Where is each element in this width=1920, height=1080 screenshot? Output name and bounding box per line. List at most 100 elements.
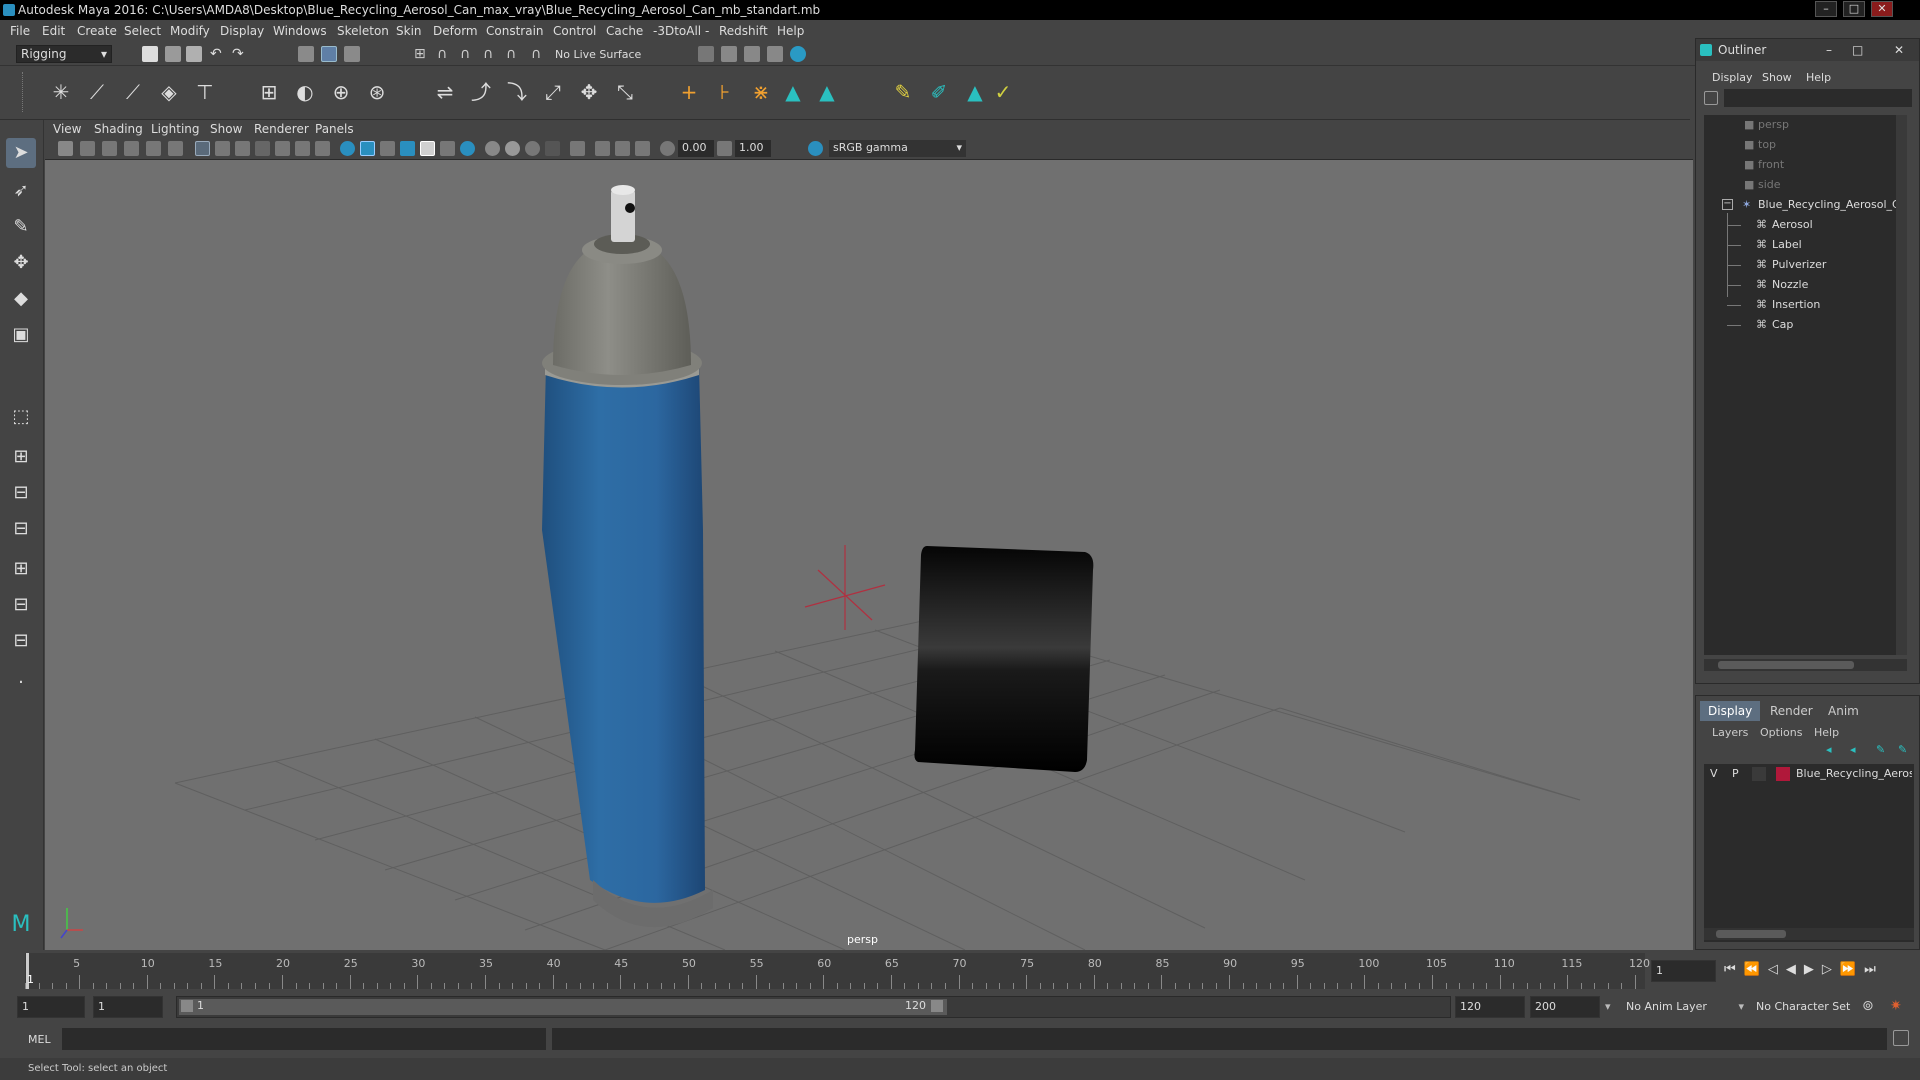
snap-surface-icon[interactable]: ∩ — [506, 46, 522, 62]
layer-type-toggle[interactable] — [1752, 767, 1766, 781]
outliner-minimize-button[interactable]: – — [1826, 39, 1832, 61]
layer-visibility-toggle[interactable]: V — [1710, 767, 1718, 780]
isolate-select-icon[interactable] — [570, 141, 585, 156]
ik-spline-icon[interactable]: ⟋ — [120, 79, 146, 105]
command-language-label[interactable]: MEL — [28, 1033, 51, 1046]
gate-mask-icon[interactable] — [255, 141, 270, 156]
single-view-layout-icon[interactable]: ⬚ — [6, 402, 36, 432]
depth-of-field-icon[interactable] — [545, 141, 560, 156]
menu-help[interactable]: Help — [777, 24, 804, 38]
select-object-icon[interactable] — [321, 46, 337, 62]
outliner-layout-icon[interactable]: ⊟ — [6, 514, 36, 544]
menu-file[interactable]: File — [10, 24, 30, 38]
redo-icon[interactable]: ↷ — [232, 46, 248, 62]
two-view-layout-icon[interactable]: ⊟ — [6, 478, 36, 508]
step-forward-key-icon[interactable]: ⏩ — [1840, 962, 1864, 977]
viewport-menu-panels[interactable]: Panels — [315, 122, 354, 136]
grease-pencil-icon[interactable] — [168, 141, 183, 156]
snap-point-icon[interactable]: ∩ — [460, 46, 476, 62]
render-view-icon[interactable] — [767, 46, 783, 62]
menu-create[interactable]: Create — [77, 24, 117, 38]
layer-color-swatch[interactable] — [1776, 767, 1790, 781]
go-to-end-icon[interactable]: ⏭ — [1864, 962, 1884, 977]
four-view-layout-icon[interactable]: ⊞ — [6, 442, 36, 472]
layer-menu-layers[interactable]: Layers — [1712, 726, 1748, 739]
locator-parent-icon[interactable]: ⊦ — [712, 79, 738, 105]
move-layer-up-icon[interactable]: ◂ — [1826, 743, 1832, 756]
viewport-menu-lighting[interactable]: Lighting — [151, 122, 200, 136]
xray-icon[interactable] — [460, 141, 475, 156]
new-scene-icon[interactable] — [142, 46, 158, 62]
parent-constraint-icon[interactable]: ⇌ — [432, 79, 458, 105]
gamma-field[interactable]: 1.00 — [735, 140, 771, 157]
wireframe-icon[interactable] — [340, 141, 355, 156]
collapse-icon[interactable]: − — [1722, 199, 1733, 210]
default-material-icon[interactable] — [380, 141, 395, 156]
safe-action-icon[interactable] — [295, 141, 310, 156]
select-hierarchy-icon[interactable] — [298, 46, 314, 62]
locator-icon[interactable]: + — [676, 79, 702, 105]
outliner-search-input[interactable] — [1724, 89, 1912, 107]
character-set-dropdown[interactable]: No Character Set — [1752, 996, 1858, 1018]
tree-item-aerosol[interactable]: ⌘ Aerosol — [1704, 215, 1907, 235]
scrollbar-thumb[interactable] — [1718, 661, 1854, 669]
move-layer-down-icon[interactable]: ◂ — [1850, 743, 1856, 756]
field-chart-icon[interactable] — [275, 141, 290, 156]
maya-tool-a-icon[interactable]: ▲ — [780, 79, 806, 105]
layer-name[interactable]: Blue_Recycling_Aerosol — [1796, 767, 1912, 780]
open-scene-icon[interactable] — [165, 46, 181, 62]
new-empty-layer-icon[interactable]: ✎ — [1876, 743, 1885, 756]
color-space-dropdown[interactable]: sRGB gamma ▾ — [829, 140, 966, 157]
tree-item-side[interactable]: ■ side — [1704, 175, 1907, 195]
check-mark-icon[interactable]: ✓ — [990, 79, 1016, 105]
step-back-key-icon[interactable]: ⏪ — [1744, 962, 1768, 977]
new-layer-selected-icon[interactable]: ✎ — [1898, 743, 1907, 756]
menu-redshift[interactable]: Redshift — [719, 24, 768, 38]
maximize-button[interactable]: □ — [1843, 1, 1865, 17]
bind-skin-icon[interactable]: ⊞ — [256, 79, 282, 105]
viewport-menu-show[interactable]: Show — [210, 122, 242, 136]
ambient-occlusion-icon[interactable] — [485, 141, 500, 156]
outliner-maximize-button[interactable]: □ — [1852, 39, 1863, 61]
rotate-tool-icon[interactable]: ◆ — [6, 284, 36, 314]
outliner-horizontal-scrollbar[interactable] — [1704, 659, 1907, 671]
maya-tool-b-icon[interactable]: ▲ — [814, 79, 840, 105]
time-slider[interactable]: 1 5 10 15 20 25 30 35 40 45 50 55 60 65 70 75 80 85 90 95 1… — [0, 950, 1920, 992]
auto-key-icon[interactable]: ⊚ — [1862, 998, 1874, 1014]
tree-item-cap[interactable]: ⌘ Cap — [1704, 315, 1907, 335]
tab-anim[interactable]: Anim — [1820, 701, 1867, 721]
step-forward-frame-icon[interactable]: ▷ — [1822, 962, 1840, 977]
snap-grid-icon[interactable]: ⊞ — [414, 46, 430, 62]
viewport-menu-view[interactable]: View — [53, 122, 81, 136]
layer-row[interactable]: V P Blue_Recycling_Aerosol — [1704, 764, 1914, 784]
menu-3dtoall[interactable]: -3DtoAll - — [653, 24, 709, 38]
ipr-render-icon[interactable] — [744, 46, 760, 62]
animation-end-field[interactable]: 200 — [1530, 996, 1600, 1018]
color-management-icon[interactable] — [808, 141, 823, 156]
point-constraint-icon[interactable]: ⤴ — [468, 79, 494, 105]
xray-active-icon[interactable] — [615, 141, 630, 156]
smooth-shade-icon[interactable] — [360, 141, 375, 156]
snap-view-icon[interactable]: ∩ — [483, 46, 499, 62]
aim-constraint-icon[interactable]: ✥ — [576, 79, 602, 105]
range-end-handle[interactable] — [931, 1000, 943, 1012]
tab-display[interactable]: Display — [1700, 701, 1761, 721]
animation-start-field[interactable]: 1 — [17, 996, 85, 1018]
play-forward-icon[interactable]: ▶ — [1804, 962, 1822, 977]
ik-handle-icon[interactable]: ⟋ — [84, 79, 110, 105]
twod-pan-icon[interactable] — [146, 141, 161, 156]
shadows-icon[interactable] — [440, 141, 455, 156]
command-input[interactable] — [62, 1028, 546, 1050]
step-back-frame-icon[interactable]: ◁ — [1768, 962, 1786, 977]
playback-start-field[interactable]: 1 — [93, 996, 163, 1018]
outliner-menu-help[interactable]: Help — [1806, 71, 1831, 84]
preferences-icon[interactable]: ✷ — [1890, 998, 1902, 1014]
range-slider-bar[interactable]: 1 120 — [179, 999, 947, 1015]
menu-deform[interactable]: Deform — [433, 24, 478, 38]
menu-control[interactable]: Control — [553, 24, 596, 38]
perspective-viewport[interactable]: persp — [45, 160, 1693, 950]
exposure-icon[interactable] — [660, 141, 675, 156]
bookmark-icon[interactable] — [102, 141, 117, 156]
outliner-menu-display[interactable]: Display — [1712, 71, 1753, 84]
layer-playback-toggle[interactable]: P — [1732, 767, 1739, 780]
